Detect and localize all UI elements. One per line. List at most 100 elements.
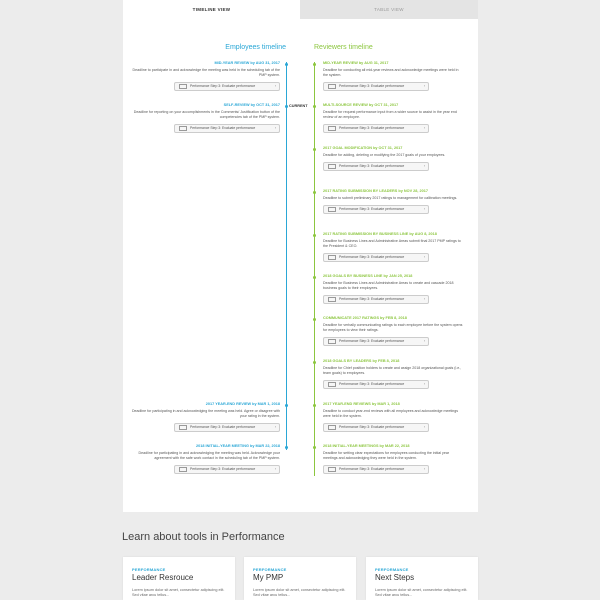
chevron-right-icon: › [274, 425, 276, 429]
timeline-panel: TIMELINE VIEW TABLE VIEW Employees timel… [123, 0, 478, 512]
reviewer-timeline-item: MULTI-SOURCE REVIEW by OCT 31, 2017 Dead… [323, 103, 463, 133]
employee-axis-line [286, 62, 287, 110]
evaluate-performance-link[interactable]: Performance Step 3: Evaluate performance… [174, 423, 280, 432]
document-icon [179, 83, 187, 89]
timeline-dot [285, 446, 288, 449]
card-desc: Lorem ipsum dolor sit amet, consectetur … [375, 588, 468, 597]
evaluate-performance-link[interactable]: Performance Step 3: Evaluate performance… [174, 82, 280, 91]
timeline-dot [313, 191, 316, 194]
link-label: Performance Step 3: Evaluate performance [190, 126, 256, 130]
link-label: Performance Step 3: Evaluate performance [339, 84, 405, 88]
item-title: 2018 INITIAL-YEAR MEETINGS by MAR 22, 20… [323, 444, 410, 448]
item-title: 2017 RATING SUBMISSION BY BUSINESS LINE … [323, 232, 437, 236]
tool-card-leader-resource[interactable]: PERFORMANCE Leader Resrouce Lorem ipsum … [123, 557, 235, 600]
evaluate-performance-link[interactable]: Performance Step 3: Evaluate performance… [323, 380, 429, 389]
item-title: 2017 GOAL MODIFICATION by OCT 31, 2017 [323, 146, 403, 150]
document-icon [328, 206, 336, 212]
item-title: COMMUNICATE 2017 RATINGS by FEB 8, 2018 [323, 316, 407, 320]
link-label: Performance Step 3: Evaluate performance [190, 84, 256, 88]
timeline-dot [313, 148, 316, 151]
item-title: 2017 RATING SUBMISSION BY LEADERS by NOV… [323, 189, 428, 193]
reviewer-timeline-item: 2018 GOALS BY BUSINESS LINE by JAN 25, 2… [323, 274, 463, 304]
item-desc: Deadline for Business Lines and Administ… [323, 281, 454, 290]
evaluate-performance-link[interactable]: Performance Step 3: Evaluate performance… [323, 295, 429, 304]
link-label: Performance Step 3: Evaluate performance [339, 425, 405, 429]
tab-table-view[interactable]: TABLE VIEW [300, 0, 478, 19]
timeline-dot [313, 318, 316, 321]
card-category: PERFORMANCE [132, 567, 166, 572]
timeline-dot [285, 105, 288, 108]
card-title: Next Steps [375, 573, 415, 582]
link-label: Performance Step 3: Evaluate performance [339, 467, 405, 471]
item-title: 2018 GOALS BY LEADERS by FEB 8, 2018 [323, 359, 400, 363]
chevron-right-icon: › [423, 467, 425, 471]
link-label: Performance Step 3: Evaluate performance [339, 297, 405, 301]
evaluate-performance-link[interactable]: Performance Step 3: Evaluate performance… [323, 124, 429, 133]
document-icon [328, 381, 336, 387]
link-label: Performance Step 3: Evaluate performance [339, 207, 405, 211]
timeline-dot [313, 105, 316, 108]
item-desc: Deadline to submit preliminary 2017 rati… [323, 196, 458, 200]
employee-timeline-item: 2018 INITIAL-YEAR MEETING by MAR 22, 201… [130, 444, 280, 474]
document-icon [179, 466, 187, 472]
chevron-right-icon: › [423, 84, 425, 88]
view-tabs: TIMELINE VIEW TABLE VIEW [123, 0, 478, 19]
current-marker: CURRENT [289, 104, 308, 108]
timeline-dot [313, 446, 316, 449]
item-desc: Deadline for participating in and acknow… [138, 451, 280, 460]
item-desc: Deadline to conduct year-end reviews wit… [323, 409, 459, 418]
evaluate-performance-link[interactable]: Performance Step 3: Evaluate performance… [323, 337, 429, 346]
evaluate-performance-link[interactable]: Performance Step 3: Evaluate performance… [323, 205, 429, 214]
link-label: Performance Step 3: Evaluate performance [190, 467, 256, 471]
item-desc: Deadline to participate in and acknowled… [132, 68, 280, 77]
timeline-dot [313, 361, 316, 364]
reviewer-timeline-item: COMMUNICATE 2017 RATINGS by FEB 8, 2018 … [323, 316, 463, 346]
item-title: MID-YEAR REVIEW by AUG 31, 2017 [323, 61, 389, 65]
item-desc: Deadline for conducting all mid-year rev… [323, 68, 459, 77]
document-icon [328, 254, 336, 260]
chevron-right-icon: › [423, 297, 425, 301]
evaluate-performance-link[interactable]: Performance Step 3: Evaluate performance… [323, 423, 429, 432]
item-desc: Deadline for setting clear expectations … [323, 451, 450, 460]
reviewer-timeline-item: 2018 GOALS BY LEADERS by FEB 8, 2018 Dea… [323, 359, 463, 389]
employee-axis-line [286, 110, 287, 450]
tab-timeline-view[interactable]: TIMELINE VIEW [123, 0, 300, 19]
tool-card-next-steps[interactable]: PERFORMANCE Next Steps Lorem ipsum dolor… [366, 557, 478, 600]
evaluate-performance-link[interactable]: Performance Step 3: Evaluate performance… [323, 253, 429, 262]
chevron-right-icon: › [274, 126, 276, 130]
evaluate-performance-link[interactable]: Performance Step 3: Evaluate performance… [323, 465, 429, 474]
card-title: Leader Resrouce [132, 573, 194, 582]
reviewer-timeline-item: 2017 RATING SUBMISSION BY LEADERS by NOV… [323, 189, 463, 214]
link-label: Performance Step 3: Evaluate performance [339, 382, 405, 386]
document-icon [328, 424, 336, 430]
reviewer-axis-line [314, 62, 315, 476]
item-desc: Deadline for adding, deleting or modifyi… [323, 153, 446, 157]
chevron-right-icon: › [423, 339, 425, 343]
evaluate-performance-link[interactable]: Performance Step 3: Evaluate performance… [174, 124, 280, 133]
employees-timeline-heading: Employees timeline [225, 44, 286, 51]
reviewer-timeline-item: 2017 RATING SUBMISSION BY BUSINESS LINE … [323, 232, 463, 262]
card-category: PERFORMANCE [253, 567, 287, 572]
document-icon [328, 338, 336, 344]
card-title: My PMP [253, 573, 284, 582]
evaluate-performance-link[interactable]: Performance Step 3: Evaluate performance… [174, 465, 280, 474]
item-desc: Deadline for Business Lines and Administ… [323, 239, 461, 248]
evaluate-performance-link[interactable]: Performance Step 3: Evaluate performance… [323, 82, 429, 91]
link-label: Performance Step 3: Evaluate performance [339, 126, 405, 130]
timeline-dot [313, 276, 316, 279]
chevron-right-icon: › [274, 467, 276, 471]
chevron-right-icon: › [423, 126, 425, 130]
link-label: Performance Step 3: Evaluate performance [339, 164, 405, 168]
employee-timeline-item: MID-YEAR REVIEW by AUG 31, 2017 Deadline… [130, 61, 280, 91]
evaluate-performance-link[interactable]: Performance Step 3: Evaluate performance… [323, 162, 429, 171]
item-desc: Deadline for verbally communicating rati… [323, 323, 463, 332]
tool-card-my-pmp[interactable]: PERFORMANCE My PMP Lorem ipsum dolor sit… [244, 557, 356, 600]
item-title: SELF-REVIEW by OCT 31, 2017 [223, 103, 280, 107]
reviewers-timeline-heading: Reviewers timeline [314, 44, 373, 51]
timeline-dot [313, 404, 316, 407]
document-icon [328, 83, 336, 89]
document-icon [328, 296, 336, 302]
chevron-right-icon: › [423, 164, 425, 168]
reviewer-timeline-item: 2018 INITIAL-YEAR MEETINGS by MAR 22, 20… [323, 444, 463, 474]
employee-timeline-item: 2017 YEAR-END REVIEW by MAR 1, 2018 Dead… [130, 402, 280, 432]
